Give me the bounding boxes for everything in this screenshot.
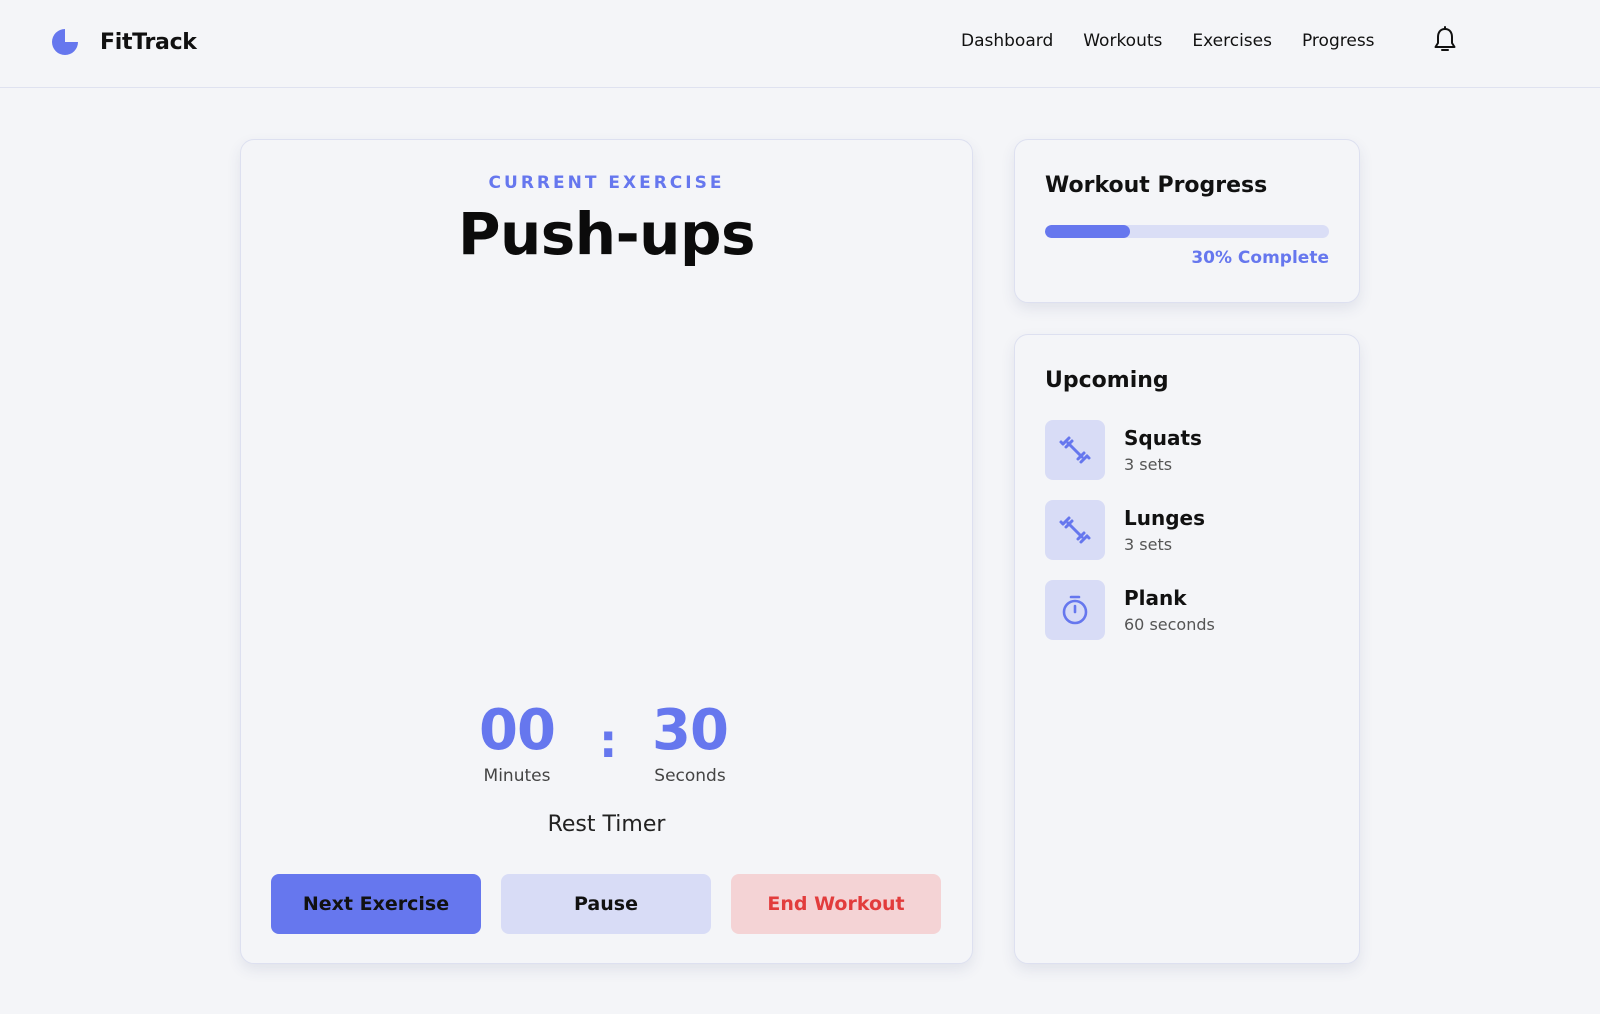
dumbbell-icon [1045,500,1105,560]
logo-icon [50,27,80,57]
pause-button[interactable]: Pause [501,874,711,934]
progress-heading: Workout Progress [1045,173,1268,198]
end-workout-button[interactable]: End Workout [731,874,941,934]
app-name: FitTrack [100,29,197,55]
progress-label: 30% Complete [1191,248,1329,268]
exercise-title: Push-ups [457,200,756,268]
timer-seconds: 30 Seconds [630,698,750,786]
workout-progress-card: Workout Progress 30% Complete [1014,139,1360,303]
timer-separator: : [599,714,618,768]
upcoming-item-name: Lunges [1124,506,1206,530]
minutes-value: 00 [479,698,556,763]
rest-timer-label: Rest Timer [547,812,666,837]
progress-bar [1045,225,1329,238]
current-exercise-eyebrow: CURRENT EXERCISE [488,173,725,193]
upcoming-item-name: Plank [1124,586,1187,610]
upcoming-item-lunges[interactable]: Lunges 3 sets [1045,500,1335,560]
nav-link-workouts[interactable]: Workouts [1083,31,1162,51]
upcoming-item-plank[interactable]: Plank 60 seconds [1045,580,1335,640]
upcoming-item-detail: 60 seconds [1124,615,1215,634]
nav-link-exercises[interactable]: Exercises [1192,31,1272,51]
upcoming-item-detail: 3 sets [1124,535,1173,554]
dumbbell-icon [1045,420,1105,480]
upcoming-item-detail: 3 sets [1124,455,1173,474]
upcoming-heading: Upcoming [1045,368,1169,393]
upcoming-item-name: Squats [1124,426,1202,450]
bell-icon[interactable] [1432,26,1458,54]
top-navbar: FitTrack Dashboard Workouts Exercises Pr… [0,0,1600,88]
progress-bar-fill [1045,225,1131,238]
stopwatch-icon [1045,580,1105,640]
main-nav: Dashboard Workouts Exercises Progress [961,31,1375,51]
nav-link-dashboard[interactable]: Dashboard [961,31,1053,51]
seconds-value: 30 [652,698,729,763]
timer-minutes: 00 Minutes [457,698,577,786]
rest-timer: 00 Minutes : 30 Seconds [241,698,972,798]
brand[interactable]: FitTrack [50,27,197,57]
upcoming-list: Squats 3 sets Lunges 3 sets Plank 60 sec… [1045,420,1335,660]
upcoming-item-squats[interactable]: Squats 3 sets [1045,420,1335,480]
nav-link-progress[interactable]: Progress [1302,31,1375,51]
upcoming-card: Upcoming Squats 3 sets Lunges 3 sets Pla… [1014,334,1360,964]
next-exercise-button[interactable]: Next Exercise [271,874,481,934]
seconds-label: Seconds [654,766,726,786]
minutes-label: Minutes [483,766,551,786]
current-exercise-card: CURRENT EXERCISE Push-ups 00 Minutes : 3… [240,139,973,964]
